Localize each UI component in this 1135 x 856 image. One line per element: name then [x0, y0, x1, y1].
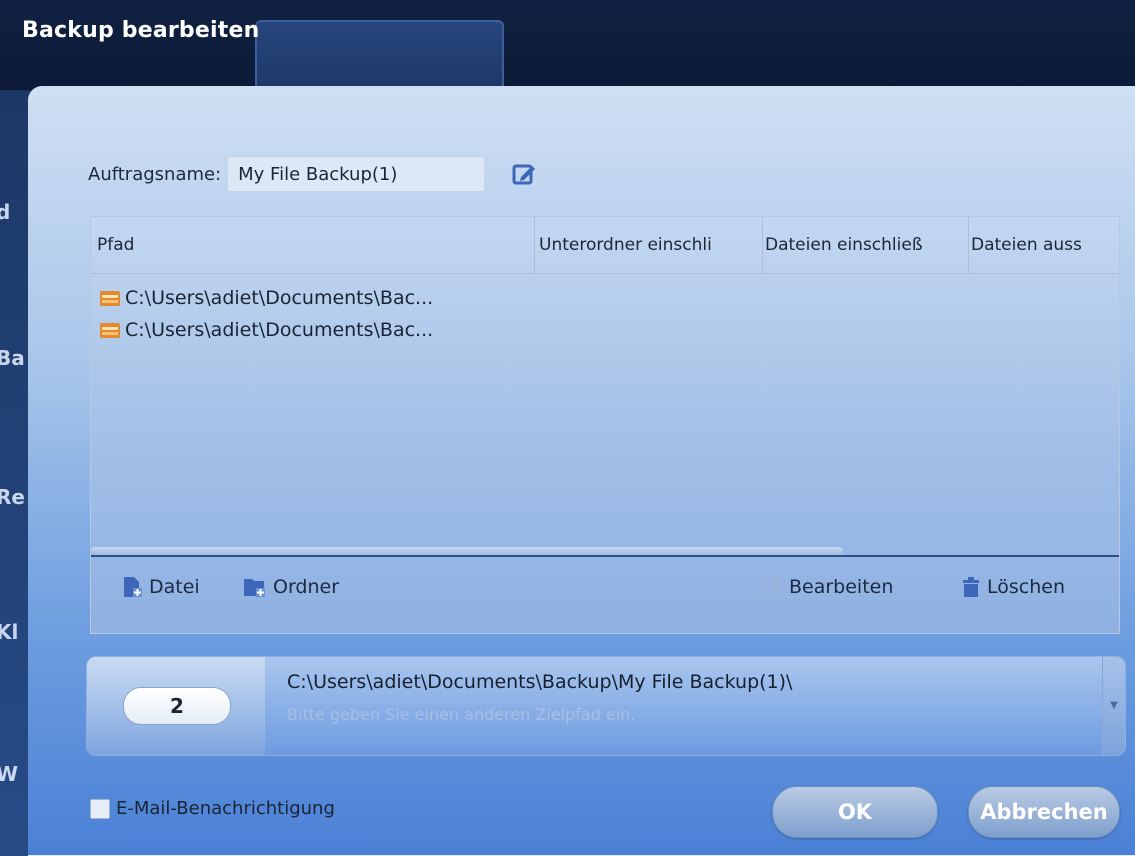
cancel-button[interactable]: Abbrechen	[968, 786, 1120, 838]
trash-icon	[963, 577, 979, 597]
delete-label: Löschen	[987, 576, 1065, 598]
email-notification-checkbox[interactable]	[90, 798, 110, 819]
edit-icon[interactable]	[511, 161, 537, 187]
task-name-label: Auftragsname:	[88, 163, 222, 185]
sidebar-fragment: Kl	[0, 620, 19, 644]
task-name-input[interactable]	[227, 156, 486, 192]
table-row[interactable]: C:\Users\adiet\Documents\Bac...	[91, 282, 1119, 314]
destination-hint: Bitte geben Sie einen anderen Zielpfad e…	[287, 705, 636, 724]
sidebar-fragment: Ba	[0, 346, 25, 370]
column-header-include-subfolders[interactable]: Unterordner einschli	[535, 217, 763, 273]
task-name-row: Auftragsname:	[88, 152, 537, 196]
delete-button[interactable]: Löschen	[961, 576, 1065, 598]
chevron-down-icon[interactable]: ▼	[1102, 657, 1125, 755]
horizontal-scrollbar[interactable]	[91, 547, 1119, 557]
email-notification-row[interactable]: E-Mail-Benachrichtigung	[90, 798, 335, 819]
window-title: Backup bearbeiten	[22, 18, 260, 43]
scrollbar-thumb[interactable]	[91, 547, 843, 555]
source-table: Pfad Unterordner einschli Dateien einsch…	[90, 216, 1120, 634]
add-file-button[interactable]: Datei	[121, 576, 200, 598]
edit-button[interactable]: Bearbeiten	[761, 576, 893, 598]
add-file-label: Datei	[149, 576, 200, 598]
add-folder-label: Ordner	[273, 576, 340, 598]
add-folder-button[interactable]: Ordner	[243, 576, 339, 598]
edit-backup-dialog: Auftragsname: Pfad Unterordner einschli …	[28, 86, 1135, 856]
table-row[interactable]: C:\Users\adiet\Documents\Bac...	[91, 314, 1119, 346]
row-path: C:\Users\adiet\Documents\Bac...	[125, 287, 434, 309]
table-toolbar: Datei Ordner Bearbeiten Löschen	[91, 562, 1119, 618]
edit-label: Bearbeiten	[789, 576, 894, 598]
table-body: C:\Users\adiet\Documents\Bac... C:\Users…	[91, 274, 1119, 552]
column-header-exclude-files[interactable]: Dateien auss	[969, 217, 1117, 273]
folder-icon	[100, 323, 120, 338]
row-path: C:\Users\adiet\Documents\Bac...	[125, 319, 434, 341]
sidebar-fragment: W	[0, 762, 19, 786]
destination-step: 2	[87, 657, 265, 755]
sidebar-fragment: d	[0, 200, 11, 224]
app-backdrop-sidebar: d Ba Re Kl W	[0, 90, 30, 856]
edit-icon	[761, 578, 781, 597]
column-header-include-files[interactable]: Dateien einschließ	[763, 217, 969, 273]
column-header-path[interactable]: Pfad	[91, 217, 535, 273]
folder-icon	[100, 291, 120, 306]
email-notification-label: E-Mail-Benachrichtigung	[116, 798, 335, 819]
destination-path[interactable]: C:\Users\adiet\Documents\Backup\My File …	[287, 671, 792, 693]
add-file-icon	[124, 577, 142, 597]
add-folder-icon	[244, 579, 265, 597]
app-backdrop-header	[0, 0, 1135, 90]
destination-selector[interactable]: 2 C:\Users\adiet\Documents\Backup\My Fil…	[86, 656, 1126, 756]
backdrop-tile	[255, 20, 504, 92]
table-header: Pfad Unterordner einschli Dateien einsch…	[91, 217, 1119, 274]
ok-button[interactable]: OK	[772, 786, 938, 838]
sidebar-fragment: Re	[0, 485, 25, 509]
step-badge: 2	[123, 687, 231, 725]
